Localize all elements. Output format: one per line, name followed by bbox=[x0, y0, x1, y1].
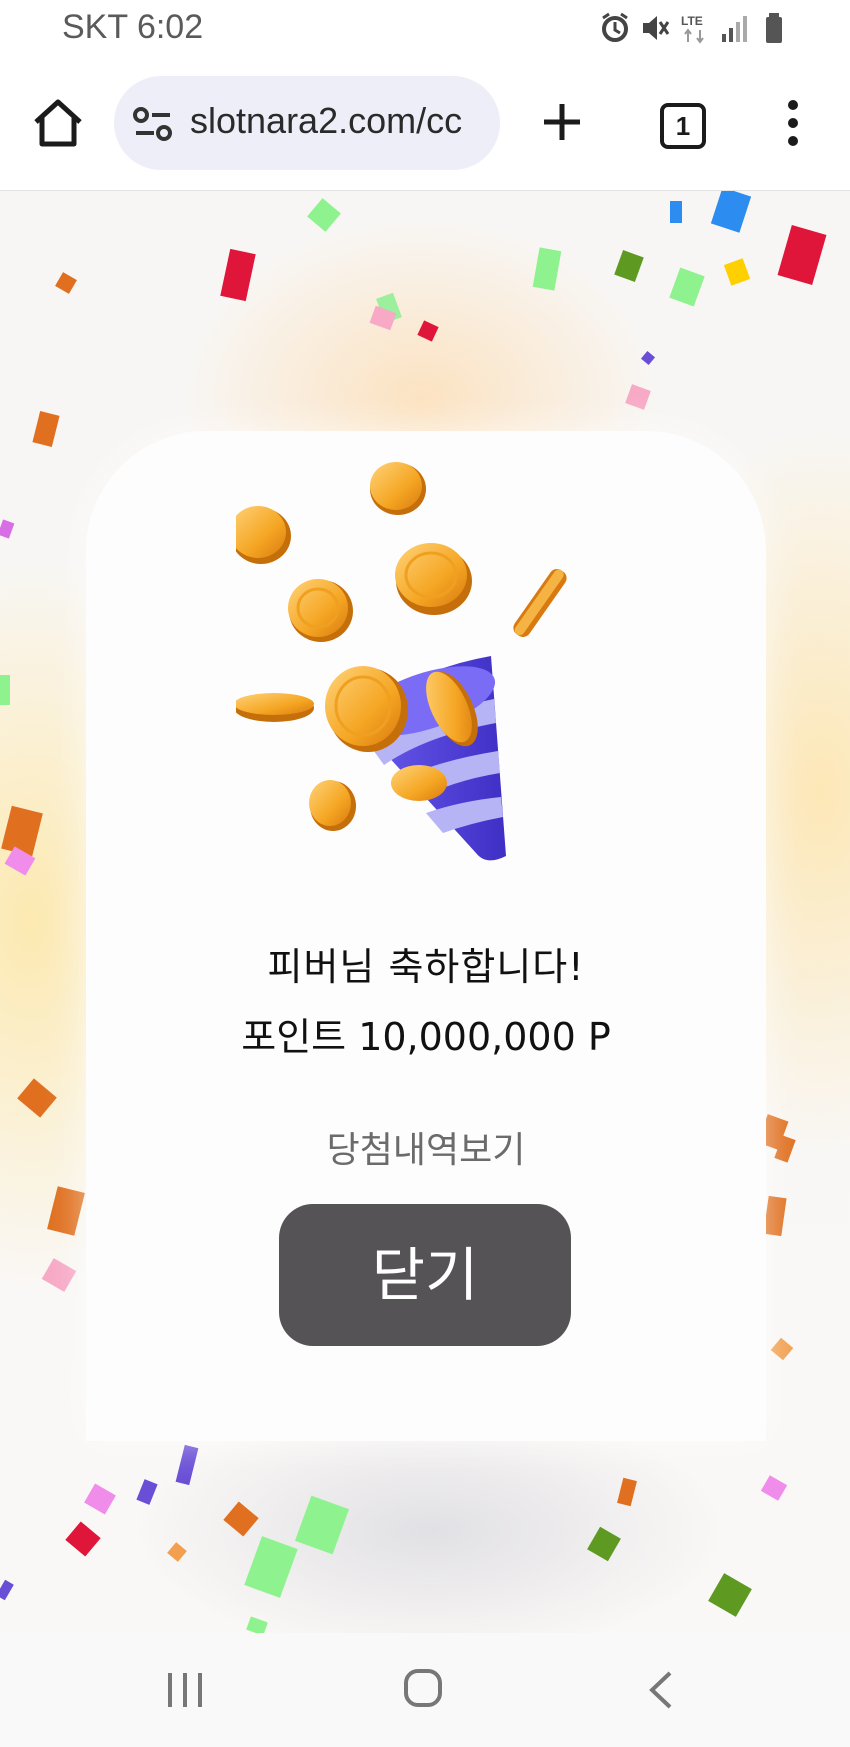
confetti bbox=[710, 191, 752, 233]
system-nav-bar bbox=[0, 1633, 850, 1747]
back-icon bbox=[649, 1671, 672, 1709]
back-button[interactable] bbox=[646, 1669, 676, 1711]
home-icon bbox=[34, 99, 82, 147]
confetti bbox=[417, 320, 439, 342]
confetti bbox=[640, 350, 656, 366]
view-win-history-link[interactable]: 당첨내역보기 bbox=[86, 1121, 766, 1173]
site-settings-button[interactable] bbox=[132, 106, 174, 142]
recent-apps-button[interactable] bbox=[165, 1669, 205, 1711]
more-menu-button[interactable] bbox=[778, 98, 808, 148]
win-dialog: 피버님 축하합니다! 포인트 10,000,000 P 당첨내역보기 닫기 bbox=[86, 431, 766, 1441]
svg-text:LTE: LTE bbox=[681, 14, 703, 28]
confetti bbox=[587, 1526, 621, 1562]
web-content: 피버님 축하합니다! 포인트 10,000,000 P 당첨내역보기 닫기 bbox=[0, 191, 850, 1633]
confetti bbox=[65, 1521, 101, 1557]
confetti bbox=[41, 1258, 77, 1292]
browser-toolbar: slotnara2.com/cc 1 bbox=[0, 60, 850, 191]
confetti bbox=[32, 411, 60, 447]
confetti bbox=[55, 272, 77, 294]
confetti bbox=[136, 1479, 158, 1505]
battery-icon bbox=[760, 12, 790, 44]
plus-icon bbox=[544, 104, 580, 140]
status-time: SKT 6:02 bbox=[62, 8, 204, 46]
mute-icon bbox=[640, 12, 670, 44]
confetti bbox=[760, 1475, 788, 1501]
confetti bbox=[0, 1579, 14, 1601]
confetti bbox=[294, 1495, 350, 1555]
confetti bbox=[770, 1337, 794, 1361]
home-nav-button[interactable] bbox=[403, 1667, 443, 1709]
address-bar[interactable]: slotnara2.com/cc bbox=[114, 76, 500, 170]
confetti bbox=[1, 805, 43, 857]
confetti bbox=[220, 248, 256, 302]
confetti bbox=[723, 258, 751, 286]
confetti bbox=[0, 675, 10, 705]
confetti bbox=[175, 1444, 199, 1486]
confetti bbox=[625, 384, 651, 410]
points-amount: 포인트 10,000,000 P bbox=[241, 1015, 611, 1059]
site-settings-icon bbox=[133, 107, 172, 141]
confetti bbox=[669, 267, 705, 307]
confetti bbox=[532, 247, 562, 291]
confetti bbox=[223, 1501, 259, 1537]
recent-apps-icon bbox=[168, 1673, 202, 1707]
more-vert-icon bbox=[788, 100, 798, 146]
new-tab-button[interactable] bbox=[540, 100, 584, 144]
signal-icon bbox=[720, 12, 750, 44]
tab-switcher-button[interactable]: 1 bbox=[660, 103, 706, 149]
confetti bbox=[17, 1078, 57, 1118]
confetti bbox=[0, 519, 15, 539]
confetti bbox=[708, 1573, 752, 1617]
congrats-message: 피버님 축하합니다! bbox=[267, 945, 585, 989]
confetti bbox=[670, 201, 682, 223]
status-bar: SKT 6:02 LTE bbox=[0, 0, 850, 60]
confetti bbox=[307, 198, 341, 232]
confetti bbox=[763, 1195, 787, 1237]
confetti bbox=[777, 225, 827, 285]
url-text[interactable]: slotnara2.com/cc bbox=[190, 100, 486, 142]
lte-icon: LTE bbox=[680, 12, 710, 44]
confetti bbox=[167, 1542, 187, 1562]
home-circle-icon bbox=[404, 1669, 442, 1707]
confetti bbox=[244, 1536, 298, 1598]
coin-party-popper-icon bbox=[236, 462, 567, 861]
confetti bbox=[614, 250, 644, 282]
confetti bbox=[84, 1483, 116, 1515]
confetti bbox=[246, 1616, 268, 1633]
status-icons: LTE bbox=[600, 12, 790, 44]
home-button[interactable] bbox=[30, 96, 86, 152]
alarm-icon bbox=[600, 12, 630, 44]
close-button[interactable]: 닫기 bbox=[279, 1204, 571, 1346]
confetti bbox=[47, 1186, 85, 1236]
confetti bbox=[617, 1477, 637, 1507]
